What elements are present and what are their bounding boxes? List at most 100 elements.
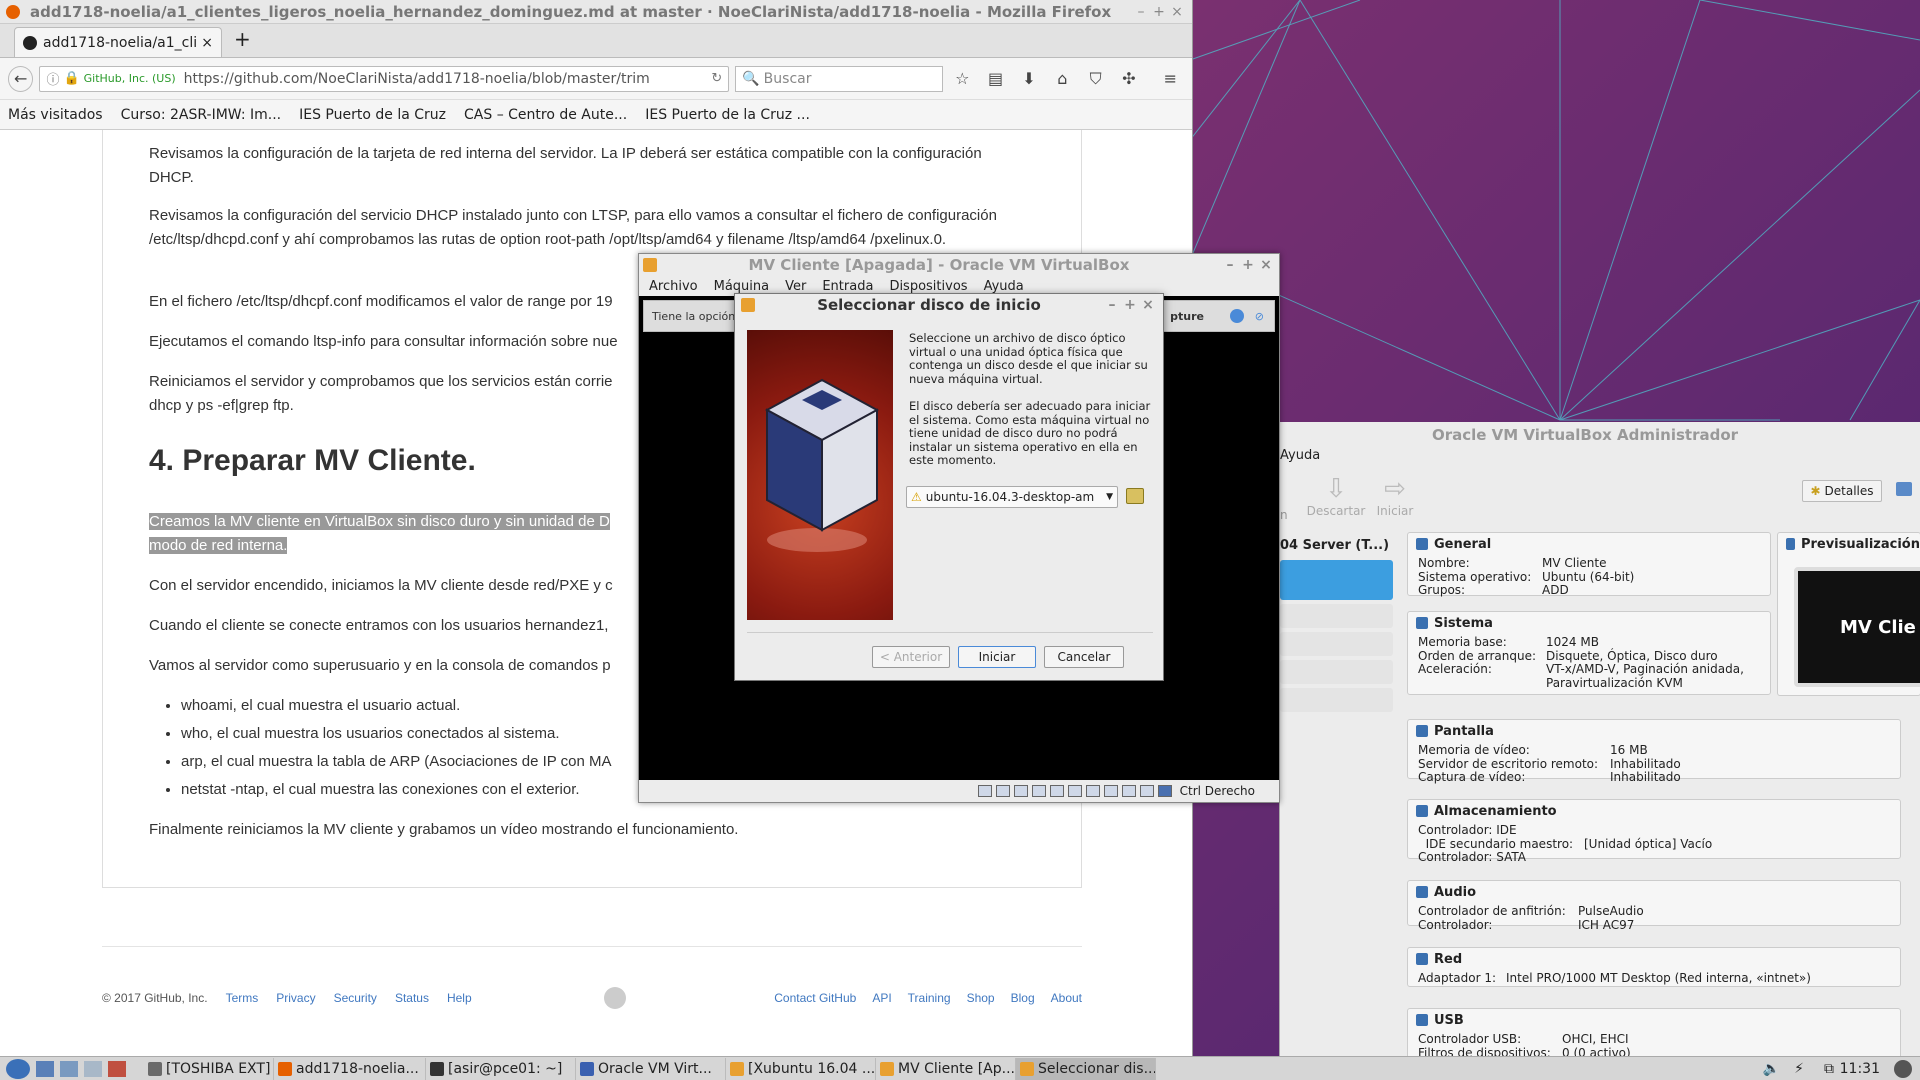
menu-item[interactable]: Entrada (822, 279, 873, 294)
dialog-titlebar: Seleccionar disco de inicio – + × (735, 294, 1163, 316)
details-button[interactable]: ✱ Detalles (1802, 480, 1882, 502)
footer-link[interactable]: Help (447, 991, 472, 1005)
reload-icon[interactable]: ↻ (711, 71, 722, 86)
home-icon[interactable]: ⌂ (1049, 69, 1076, 88)
taskbar: [TOSHIBA EXT] add1718-noelia... [asir@pc… (0, 1056, 1920, 1080)
mute-notification-icon[interactable]: ⊘ (1255, 310, 1264, 323)
footer-link[interactable]: Status (395, 991, 429, 1005)
menu-item[interactable]: Archivo (649, 279, 698, 294)
download-icon[interactable]: ⬇ (1015, 69, 1042, 88)
shared-folder-icon (1067, 785, 1082, 797)
vm-list-item[interactable] (1280, 688, 1393, 712)
maximize-icon[interactable]: + (1150, 4, 1168, 20)
taskbar-item[interactable]: [Xubuntu 16.04 ... (726, 1057, 876, 1080)
footer-link[interactable]: Privacy (276, 991, 315, 1005)
close-icon[interactable]: × (1257, 257, 1275, 273)
menu-item-help[interactable]: Ayuda (1280, 448, 1320, 463)
section-header[interactable]: General (1408, 533, 1770, 555)
discard-button[interactable]: ⇩ Descartar (1304, 474, 1368, 518)
bookmark-star-icon[interactable]: ☆ (949, 69, 976, 88)
footer-link[interactable]: About (1051, 991, 1082, 1005)
start-button[interactable]: ⇨ Iniciar (1370, 474, 1420, 518)
close-icon[interactable]: × (1139, 297, 1157, 313)
menu-item[interactable]: Dispositivos (889, 279, 967, 294)
pocket-icon[interactable]: ⛉ (1082, 69, 1109, 89)
network-icon[interactable]: ⧉ (1824, 1061, 1834, 1077)
text-editor-icon[interactable] (84, 1060, 102, 1077)
bookmark-item[interactable]: Más visitados (8, 107, 103, 123)
tab-github[interactable]: add1718-noelia/a1_cli × (14, 27, 222, 57)
vm-list-item[interactable] (1280, 632, 1393, 656)
bookmark-item[interactable]: IES Puerto de la Cruz ... (645, 107, 810, 123)
section-header[interactable]: Audio (1408, 881, 1900, 903)
show-desktop-icon[interactable] (36, 1060, 54, 1077)
section-header[interactable]: Sistema (1408, 612, 1770, 634)
extension-icon[interactable]: ✣ (1115, 69, 1142, 88)
back-button[interactable]: ← (8, 65, 34, 92)
tab-close-icon[interactable]: × (201, 35, 213, 51)
host-key-icon (1157, 785, 1172, 797)
snapshots-icon[interactable] (1896, 482, 1912, 496)
tool-partial-label: n (1280, 508, 1288, 522)
choose-disk-folder-icon[interactable] (1126, 488, 1144, 504)
detail-value: OHCI, EHCI (1562, 1032, 1629, 1046)
file-manager-icon[interactable] (60, 1060, 78, 1077)
start-menu-icon[interactable] (6, 1058, 30, 1079)
footer-link[interactable]: Training (908, 991, 951, 1005)
minimize-icon[interactable]: – (1221, 257, 1239, 273)
reading-list-icon[interactable]: ▤ (982, 69, 1009, 88)
new-tab-button[interactable]: + (234, 27, 251, 51)
back-button[interactable]: < Anterior (872, 646, 950, 668)
taskbar-item[interactable]: [TOSHIBA EXT] (144, 1057, 274, 1080)
footer-link[interactable]: Blog (1011, 991, 1035, 1005)
footer-link[interactable]: API (872, 991, 891, 1005)
bookmark-item[interactable]: CAS – Centro de Aute... (464, 107, 627, 123)
presentation-icon[interactable] (108, 1060, 126, 1077)
bookmark-item[interactable]: Curso: 2ASR-IMW: Im... (121, 107, 282, 123)
disk-select-combobox[interactable]: ⚠ ubuntu-16.04.3-desktop-am ▼ (906, 486, 1118, 508)
maximize-icon[interactable]: + (1239, 257, 1257, 273)
bookmark-item[interactable]: IES Puerto de la Cruz (299, 107, 446, 123)
url-bar[interactable]: ⓘ 🔒 GitHub, Inc. (US) https://github.com… (39, 65, 730, 92)
detail-key: Grupos: (1418, 583, 1466, 597)
github-octocat-icon[interactable] (604, 987, 626, 1009)
taskbar-item[interactable]: add1718-noelia... (274, 1057, 426, 1080)
volume-icon[interactable]: 🔈 (1763, 1061, 1780, 1077)
footer-link[interactable]: Security (334, 991, 377, 1005)
detail-value: PulseAudio (1578, 904, 1644, 918)
taskbar-item[interactable]: [asir@pce01: ~] (426, 1057, 576, 1080)
vm-list-item[interactable] (1280, 660, 1393, 684)
section-header[interactable]: USB (1408, 1009, 1900, 1031)
menu-item[interactable]: Ver (785, 279, 806, 294)
vm-list-item[interactable]: 04 Server (T...) (1280, 532, 1393, 560)
taskbar-item[interactable]: Oracle VM Virt... (576, 1057, 726, 1080)
vm-list-item-selected[interactable] (1280, 560, 1393, 600)
maximize-icon[interactable]: + (1121, 297, 1139, 313)
power-icon[interactable]: ⚡ (1794, 1061, 1804, 1077)
taskbar-item[interactable]: MV Cliente [Ap... (876, 1057, 1016, 1080)
footer-link[interactable]: Contact GitHub (774, 991, 856, 1005)
footer-link[interactable]: Shop (967, 991, 995, 1005)
user-icon[interactable] (1894, 1059, 1912, 1078)
start-button[interactable]: Iniciar (958, 646, 1036, 668)
section-header[interactable]: Pantalla (1408, 720, 1900, 742)
menu-icon[interactable]: ≡ (1157, 69, 1184, 88)
clock[interactable]: 11:31 (1840, 1061, 1880, 1077)
menu-item[interactable]: Ayuda (984, 279, 1024, 294)
taskbar-item-active[interactable]: Seleccionar dis... (1016, 1057, 1156, 1080)
minimize-icon[interactable]: – (1103, 297, 1121, 313)
menu-item[interactable]: Máquina (714, 279, 770, 294)
firefox-icon (6, 4, 20, 19)
minimize-icon[interactable]: – (1132, 4, 1150, 20)
storage-icon (1416, 805, 1428, 817)
taskbar-label: Seleccionar dis... (1038, 1060, 1156, 1077)
preview-header[interactable]: Previsualización (1778, 533, 1920, 555)
close-notification-icon[interactable] (1230, 309, 1244, 323)
footer-link[interactable]: Terms (226, 991, 259, 1005)
section-header[interactable]: Red (1408, 948, 1900, 970)
search-input[interactable]: 🔍 Buscar (735, 65, 943, 92)
vm-list-item[interactable] (1280, 604, 1393, 628)
section-header[interactable]: Almacenamiento (1408, 800, 1900, 822)
cancel-button[interactable]: Cancelar (1044, 646, 1124, 668)
close-icon[interactable]: × (1168, 4, 1186, 20)
